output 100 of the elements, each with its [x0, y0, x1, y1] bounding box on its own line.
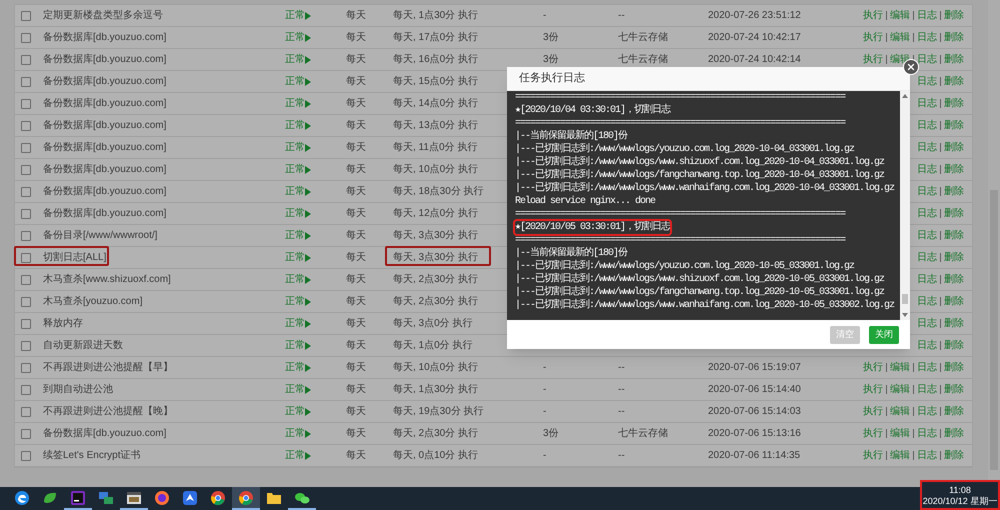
action-link[interactable]: 删除	[944, 294, 964, 309]
checkbox[interactable]	[21, 450, 31, 460]
action-link[interactable]: 日志	[917, 250, 937, 265]
action-link[interactable]: 删除	[944, 360, 964, 375]
action-link[interactable]: 删除	[944, 338, 964, 353]
action-link[interactable]: 执行	[863, 30, 883, 45]
action-link[interactable]: 日志	[917, 52, 937, 67]
action-link[interactable]: 删除	[944, 448, 964, 463]
action-link[interactable]: 日志	[917, 228, 937, 243]
action-link[interactable]: 日志	[917, 360, 937, 375]
action-link[interactable]: 删除	[944, 228, 964, 243]
action-link[interactable]: 日志	[917, 8, 937, 23]
action-link[interactable]: 删除	[944, 426, 964, 441]
action-link[interactable]: 日志	[917, 184, 937, 199]
action-link[interactable]: 删除	[944, 140, 964, 155]
action-link[interactable]: 日志	[917, 448, 937, 463]
checkbox[interactable]	[21, 54, 31, 64]
action-link[interactable]: 日志	[917, 316, 937, 331]
log-line: ==================================================================	[515, 117, 846, 130]
checkbox[interactable]	[21, 296, 31, 306]
table-cell-text: 每天, 13点0分 执行	[393, 118, 478, 133]
play-icon	[305, 100, 311, 108]
checkbox[interactable]	[21, 384, 31, 394]
action-link[interactable]: 日志	[917, 382, 937, 397]
action-link[interactable]: 日志	[917, 96, 937, 111]
action-link[interactable]: 删除	[944, 206, 964, 221]
checkbox[interactable]	[21, 10, 31, 20]
table-cell-text: 每天, 1点30分 执行	[393, 382, 478, 397]
action-link[interactable]: 删除	[944, 404, 964, 419]
action-link[interactable]: 删除	[944, 74, 964, 89]
scroll-down-icon[interactable]	[902, 312, 908, 318]
checkbox[interactable]	[21, 76, 31, 86]
action-link[interactable]: 编辑	[890, 404, 910, 419]
action-link[interactable]: 执行	[863, 448, 883, 463]
dialog-button[interactable]: 关闭	[869, 326, 899, 344]
table-cell-text: 每天, 2点30分 执行	[393, 294, 478, 309]
action-link[interactable]: 日志	[917, 272, 937, 287]
action-link[interactable]: 执行	[863, 382, 883, 397]
action-link[interactable]: 日志	[917, 30, 937, 45]
checkbox[interactable]	[21, 98, 31, 108]
action-link[interactable]: 删除	[944, 118, 964, 133]
action-link[interactable]: 执行	[863, 360, 883, 375]
scroll-up-icon[interactable]	[902, 93, 908, 99]
task-name: 备份数据库[db.youzuo.com]	[43, 52, 166, 67]
action-link[interactable]: 执行	[863, 426, 883, 441]
checkbox[interactable]	[21, 340, 31, 350]
action-link[interactable]: 删除	[944, 316, 964, 331]
action-link[interactable]: 日志	[917, 426, 937, 441]
checkbox[interactable]	[21, 428, 31, 438]
checkbox[interactable]	[21, 406, 31, 416]
checkbox[interactable]	[21, 230, 31, 240]
action-link[interactable]: 编辑	[890, 8, 910, 23]
action-link[interactable]: 编辑	[890, 360, 910, 375]
checkbox[interactable]	[21, 252, 31, 262]
action-link[interactable]: 删除	[944, 382, 964, 397]
action-link[interactable]: 日志	[917, 294, 937, 309]
action-link[interactable]: 执行	[863, 8, 883, 23]
checkbox[interactable]	[21, 274, 31, 284]
action-link[interactable]: 删除	[944, 162, 964, 177]
checkbox[interactable]	[21, 208, 31, 218]
action-link[interactable]: 编辑	[890, 426, 910, 441]
table-cell: 2020-07-06 15:19:07	[708, 362, 801, 373]
checkbox[interactable]	[21, 362, 31, 372]
play-icon	[305, 364, 311, 372]
checkbox[interactable]	[21, 186, 31, 196]
action-link[interactable]: 删除	[944, 8, 964, 23]
action-link[interactable]: 日志	[917, 338, 937, 353]
checkbox[interactable]	[21, 142, 31, 152]
status-text: 正常	[285, 30, 305, 45]
action-link[interactable]: 删除	[944, 30, 964, 45]
action-link[interactable]: 执行	[863, 404, 883, 419]
checkbox[interactable]	[21, 164, 31, 174]
checkbox[interactable]	[21, 32, 31, 42]
action-link[interactable]: 执行	[863, 52, 883, 67]
scrollbar[interactable]	[900, 91, 910, 320]
status-text: 正常	[285, 162, 305, 177]
action-link[interactable]: 删除	[944, 96, 964, 111]
action-link[interactable]: 日志	[917, 140, 937, 155]
checkbox[interactable]	[21, 318, 31, 328]
action-link[interactable]: 删除	[944, 52, 964, 67]
action-link[interactable]: 日志	[917, 206, 937, 221]
action-link[interactable]: 日志	[917, 74, 937, 89]
table-cell-text: 每天	[346, 163, 367, 177]
log-line: |---已切割日志到:/www/wwwlogs/fangchanwang.top.log_2020-10-04_033001.log.gz	[515, 169, 884, 182]
action-link[interactable]: 删除	[944, 250, 964, 265]
clock[interactable]: 11:08 2020/10/12 星期一	[920, 480, 1000, 510]
action-link[interactable]: 编辑	[890, 382, 910, 397]
status-text: 正常	[285, 338, 305, 353]
status-text: 正常	[285, 294, 305, 309]
checkbox[interactable]	[21, 120, 31, 130]
action-link[interactable]: 日志	[917, 162, 937, 177]
status-text: 正常	[285, 52, 305, 67]
action-link[interactable]: 日志	[917, 118, 937, 133]
action-link[interactable]: 编辑	[890, 448, 910, 463]
action-link[interactable]: 编辑	[890, 30, 910, 45]
action-link[interactable]: 日志	[917, 404, 937, 419]
action-link[interactable]: 删除	[944, 272, 964, 287]
table-cell: 3份	[543, 32, 559, 43]
action-link[interactable]: 删除	[944, 184, 964, 199]
scroll-thumb[interactable]	[902, 294, 908, 304]
